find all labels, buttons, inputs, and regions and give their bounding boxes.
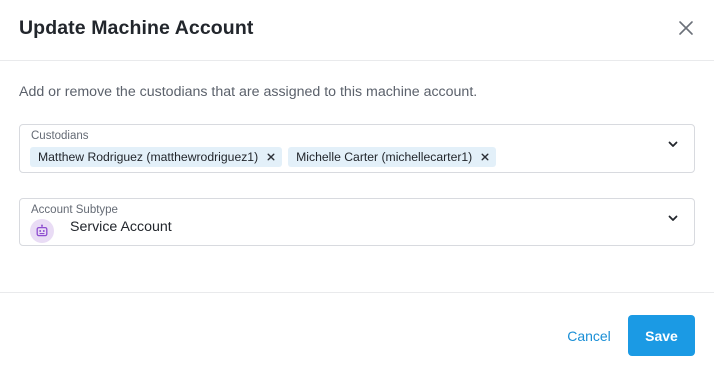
remove-custodian-button[interactable] <box>266 152 276 162</box>
robot-icon <box>30 219 54 243</box>
chevron-down-icon[interactable] <box>666 137 680 151</box>
header-divider <box>0 60 714 61</box>
remove-custodian-button[interactable] <box>480 152 490 162</box>
close-icon <box>678 20 694 36</box>
dialog-title: Update Machine Account <box>19 17 254 39</box>
custodian-chip-label: Michelle Carter (michellecarter1) <box>296 150 473 164</box>
dialog-description: Add or remove the custodians that are as… <box>19 84 478 100</box>
custodian-chip: Matthew Rodriguez (matthewrodriguez1) <box>30 147 283 167</box>
dialog-header: Update Machine Account <box>0 0 714 60</box>
account-subtype-select[interactable]: Account Subtype Service Account <box>19 198 695 246</box>
close-button[interactable] <box>674 16 698 40</box>
footer-divider <box>0 292 714 293</box>
close-icon <box>481 153 489 161</box>
account-subtype-value: Service Account <box>70 219 172 235</box>
custodian-chip-label: Matthew Rodriguez (matthewrodriguez1) <box>38 150 259 164</box>
close-icon <box>267 153 275 161</box>
chevron-down-icon[interactable] <box>666 211 680 225</box>
custodian-chips: Matthew Rodriguez (matthewrodriguez1) Mi… <box>30 147 497 167</box>
update-machine-account-dialog: Update Machine Account Add or remove the… <box>0 0 714 375</box>
custodians-select[interactable]: Custodians Matthew Rodriguez (matthewrod… <box>19 124 695 173</box>
account-subtype-label: Account Subtype <box>31 204 118 216</box>
cancel-button[interactable]: Cancel <box>560 323 618 349</box>
custodian-chip: Michelle Carter (michellecarter1) <box>288 147 497 167</box>
save-button[interactable]: Save <box>628 315 695 356</box>
custodians-label: Custodians <box>31 130 89 142</box>
